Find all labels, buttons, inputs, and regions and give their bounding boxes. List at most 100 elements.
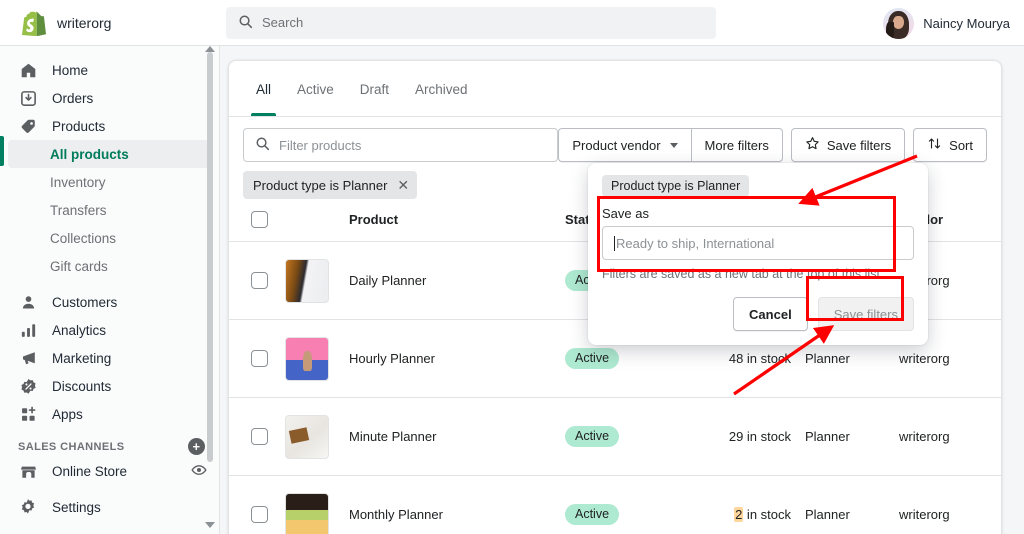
plus-circle-icon[interactable]: + xyxy=(188,438,205,455)
storefront-icon xyxy=(18,461,38,481)
row-checkbox[interactable] xyxy=(251,428,268,445)
tab-all[interactable]: All xyxy=(243,62,284,116)
chevron-down-icon xyxy=(669,142,678,148)
sidebar-item-settings[interactable]: Settings xyxy=(8,493,211,521)
sidebar: Home Orders Products All products Invent… xyxy=(0,46,220,534)
avatar xyxy=(883,7,915,39)
filter-buttons: Product vendor More filters Save filters… xyxy=(558,128,987,162)
popover-save-filters-button[interactable]: Save filters xyxy=(817,297,914,331)
popover-filter-chip: Product type is Planner xyxy=(602,175,750,197)
sidebar-item-transfers[interactable]: Transfers xyxy=(8,196,211,224)
gear-icon xyxy=(18,497,38,517)
sidebar-item-marketing[interactable]: Marketing xyxy=(8,344,211,372)
thumbnail-header xyxy=(285,211,349,242)
home-icon xyxy=(18,60,38,80)
sidebar-item-customers[interactable]: Customers xyxy=(8,288,211,316)
sidebar-item-label: Apps xyxy=(52,406,83,422)
filter-placeholder: Filter products xyxy=(279,137,362,153)
active-nav-indicator xyxy=(0,136,4,166)
sidebar-item-label: Marketing xyxy=(52,350,112,366)
row-product-cell[interactable]: Monthly Planner xyxy=(349,475,565,534)
brand-name: writerorg xyxy=(57,14,112,31)
tab-archived[interactable]: Archived xyxy=(402,62,481,116)
sidebar-item-label: Customers xyxy=(52,294,118,310)
cancel-button[interactable]: Cancel xyxy=(733,297,808,331)
row-status-cell: Active xyxy=(565,397,677,476)
row-thumbnail-cell xyxy=(285,241,349,320)
save-as-label: Save as xyxy=(602,206,649,221)
product-column-header: Product xyxy=(349,211,565,242)
product-vendor-button[interactable]: Product vendor xyxy=(558,128,691,162)
row-checkbox[interactable] xyxy=(251,506,268,523)
search-input[interactable]: Search xyxy=(226,6,716,39)
save-filters-button[interactable]: Save filters xyxy=(790,128,906,162)
status-badge: Active xyxy=(565,504,620,525)
sidebar-item-apps[interactable]: Apps xyxy=(8,400,211,428)
applied-filter-chip[interactable]: Product type is Planner ✕ xyxy=(243,171,418,199)
select-all-checkbox[interactable] xyxy=(251,211,268,228)
sidebar-scroll-down-arrow[interactable] xyxy=(205,522,215,528)
filter-products-input[interactable]: Filter products xyxy=(243,128,559,162)
discount-badge-icon xyxy=(18,376,38,396)
popover-actions: Cancel Save filters xyxy=(602,297,914,331)
product-thumbnail xyxy=(285,336,329,381)
sidebar-subitem-label: Gift cards xyxy=(50,258,108,274)
search-wrap: Search xyxy=(226,6,716,39)
more-filters-label: More filters xyxy=(704,137,769,153)
user-menu[interactable]: Naincy Mourya xyxy=(883,7,1010,39)
row-thumbnail-cell xyxy=(285,319,349,398)
sales-channels-label: SALES CHANNELS xyxy=(18,440,125,453)
row-inventory-cell: 2 in stock xyxy=(677,475,805,534)
sidebar-item-online-store[interactable]: Online Store xyxy=(8,457,183,485)
bar-chart-icon xyxy=(18,320,38,340)
search-placeholder: Search xyxy=(262,15,304,30)
sidebar-item-all-products[interactable]: All products xyxy=(8,140,211,168)
tab-active[interactable]: Active xyxy=(284,62,347,116)
sort-arrows-icon xyxy=(927,136,942,154)
sidebar-item-gift-cards[interactable]: Gift cards xyxy=(8,252,211,280)
sidebar-item-orders[interactable]: Orders xyxy=(8,84,211,112)
status-badge: Active xyxy=(565,348,620,369)
row-select-cell xyxy=(229,397,285,476)
product-vendor-label: Product vendor xyxy=(572,137,661,153)
row-select-cell xyxy=(229,319,285,398)
table-row[interactable]: Minute Planner Active 29 in stock Planne… xyxy=(229,397,1001,476)
tab-label: Archived xyxy=(415,81,468,97)
sidebar-item-label: Analytics xyxy=(52,322,107,338)
sort-button[interactable]: Sort xyxy=(913,128,987,162)
row-checkbox[interactable] xyxy=(251,272,268,289)
row-product-cell[interactable]: Hourly Planner xyxy=(349,319,565,398)
row-product-cell[interactable]: Minute Planner xyxy=(349,397,565,476)
sidebar-item-inventory[interactable]: Inventory xyxy=(8,168,211,196)
row-vendor-cell: writerorg xyxy=(899,475,1001,534)
row-inventory-cell: 29 in stock xyxy=(677,397,805,476)
sidebar-item-discounts[interactable]: Discounts xyxy=(8,372,211,400)
save-as-help-text: Filters are saved as a new tab at the to… xyxy=(602,267,884,281)
sidebar-subitem-label: Collections xyxy=(50,230,117,246)
row-product-cell[interactable]: Daily Planner xyxy=(349,241,565,320)
sidebar-scrollbar[interactable] xyxy=(207,52,213,462)
sidebar-subitem-label: All products xyxy=(50,146,129,162)
sidebar-item-home[interactable]: Home xyxy=(8,56,211,84)
row-checkbox[interactable] xyxy=(251,350,268,367)
close-icon[interactable]: ✕ xyxy=(397,178,409,192)
more-filters-button[interactable]: More filters xyxy=(690,128,783,162)
sidebar-item-collections[interactable]: Collections xyxy=(8,224,211,252)
orders-inbox-icon xyxy=(18,88,38,108)
sort-label: Sort xyxy=(949,137,973,153)
tab-label: Draft xyxy=(359,81,390,97)
row-select-cell xyxy=(229,241,285,320)
top-bar: writerorg Search Naincy Mourya xyxy=(0,0,1024,46)
products-tag-icon xyxy=(18,116,38,136)
brand-area[interactable]: writerorg xyxy=(0,10,220,36)
product-thumbnail xyxy=(285,414,329,459)
table-row[interactable]: Monthly Planner Active 2 in stock Planne… xyxy=(229,475,1001,534)
filter-segmented-group: Product vendor More filters xyxy=(558,128,783,162)
eye-icon[interactable] xyxy=(191,462,207,481)
sidebar-item-analytics[interactable]: Analytics xyxy=(8,316,211,344)
row-status-cell: Active xyxy=(565,475,677,534)
sidebar-subitem-label: Inventory xyxy=(50,174,106,190)
tab-draft[interactable]: Draft xyxy=(347,62,402,116)
save-as-input[interactable]: Ready to ship, International xyxy=(602,226,914,260)
sidebar-item-products[interactable]: Products xyxy=(8,112,211,140)
